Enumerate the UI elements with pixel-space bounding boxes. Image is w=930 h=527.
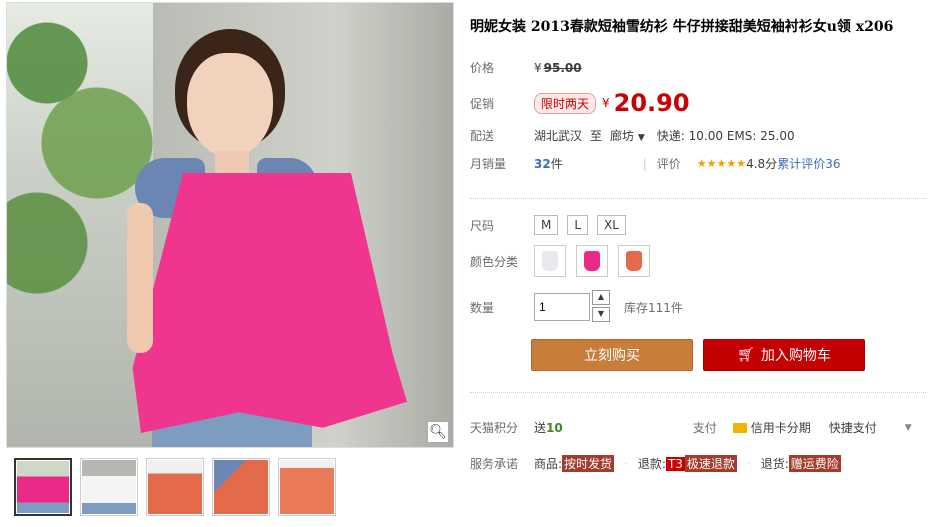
thumbnail-5[interactable] xyxy=(278,458,336,516)
delivery-from: 湖北武汉 xyxy=(534,129,583,143)
service-row: 服务承诺 商品: 按时发货 · 退款: T3 极速退款 · 退货: 赠运费险 xyxy=(470,455,841,472)
service-item-1-label: 商品: xyxy=(534,457,563,471)
color-label: 颜色分类 xyxy=(470,254,519,269)
divider xyxy=(470,392,926,393)
original-price: 95.00 xyxy=(543,60,582,75)
thumbnail-1[interactable] xyxy=(14,458,72,516)
rating-label: 评价 xyxy=(656,157,681,171)
service-tag-freight: 赠运费险 xyxy=(788,455,841,472)
delivery-label: 配送 xyxy=(470,129,495,143)
credit-installment-link[interactable]: 信用卡分期 xyxy=(751,419,811,436)
points-row: 天猫积分 送 10 支付 信用卡分期 快捷支付 ▼ xyxy=(470,419,912,436)
service-tag-ontime: 按时发货 xyxy=(562,455,615,472)
chevron-down-icon: ▼ xyxy=(637,133,645,143)
service-item-3-label: 退货: xyxy=(760,457,789,471)
thumbnail-strip xyxy=(14,458,336,516)
cart-icon: 🛒︎ xyxy=(737,347,755,363)
main-product-image[interactable]: 🔍︎ xyxy=(6,2,454,448)
sales-label: 月销量 xyxy=(470,157,507,171)
delivery-to-word: 至 xyxy=(590,129,603,143)
service-label: 服务承诺 xyxy=(470,457,519,471)
increase-button[interactable]: ▲ xyxy=(592,290,610,305)
pay-label: 支付 xyxy=(692,421,717,435)
quantity-stepper: ▲ ▼ xyxy=(592,290,610,324)
size-label: 尺码 xyxy=(470,218,495,233)
size-option-l[interactable]: L xyxy=(567,215,589,235)
thumbnail-3[interactable] xyxy=(146,458,204,516)
product-title: 明妮女装 2013春款短袖雪纺衫 牛仔拼接甜美短袖衬衫女u领 x206 xyxy=(470,19,894,35)
rating-score: 4.8分 xyxy=(746,157,778,171)
promo-row: 促销 限时两天 ¥ 20.90 xyxy=(470,89,690,117)
promo-label: 促销 xyxy=(470,96,495,111)
stock-text: 库存111件 xyxy=(624,300,683,315)
sales-unit: 件 xyxy=(550,157,563,171)
price-label: 价格 xyxy=(470,61,495,75)
quantity-row: 数量 ▲ ▼ 库存111件 xyxy=(470,290,683,324)
promo-price: 20.90 xyxy=(613,89,690,117)
currency-symbol: ¥ xyxy=(534,60,542,75)
sales-count: 32 xyxy=(534,156,551,171)
destination-select[interactable]: 廊坊 ▼ xyxy=(610,127,645,144)
delivery-row: 配送 湖北武汉 至 廊坊 ▼ 快递: 10.00 EMS: 25.00 xyxy=(470,127,795,144)
add-to-cart-button[interactable]: 🛒︎ 加入购物车 xyxy=(703,339,865,371)
size-row: 尺码 M L XL xyxy=(470,215,635,235)
quantity-label: 数量 xyxy=(470,300,495,315)
quantity-input[interactable] xyxy=(534,293,590,321)
points-value: 10 xyxy=(546,420,563,435)
buy-now-button[interactable]: 立刻购买 xyxy=(531,339,693,371)
size-option-m[interactable]: M xyxy=(534,215,559,235)
price-row: 价格 ¥ 95.00 xyxy=(470,59,582,76)
chevron-down-icon[interactable]: ▼ xyxy=(905,423,912,433)
quick-pay-link[interactable]: 快捷支付 xyxy=(829,419,877,436)
model-figure xyxy=(127,23,417,447)
color-row: 颜色分类 xyxy=(470,245,660,277)
review-count-link[interactable]: 累计评价36 xyxy=(777,155,840,172)
service-tag-t3: T3 xyxy=(665,456,685,471)
points-label: 天猫积分 xyxy=(470,421,519,435)
service-item-2-label: 退款: xyxy=(637,457,666,471)
magnifier-icon[interactable]: 🔍︎ xyxy=(427,421,449,443)
color-swatch-pink[interactable] xyxy=(576,245,608,277)
credit-card-icon xyxy=(732,422,747,433)
service-tag-refund: 极速退款 xyxy=(684,455,737,472)
thumbnail-2[interactable] xyxy=(80,458,138,516)
promo-badge: 限时两天 xyxy=(534,92,597,114)
points-send: 送 xyxy=(534,421,547,435)
sales-row: 月销量 32 件 | 评价 ★★★★★ 4.8分 累计评价36 xyxy=(470,155,841,172)
rating-stars: ★★★★★ xyxy=(696,157,747,170)
size-option-xl[interactable]: XL xyxy=(597,215,626,235)
shipping-fees: 快递: 10.00 EMS: 25.00 xyxy=(656,129,795,143)
decrease-button[interactable]: ▼ xyxy=(592,307,610,322)
divider xyxy=(470,198,926,199)
color-swatch-white[interactable] xyxy=(534,245,566,277)
color-swatch-orange[interactable] xyxy=(618,245,650,277)
currency-symbol: ¥ xyxy=(602,96,610,110)
thumbnail-4[interactable] xyxy=(212,458,270,516)
